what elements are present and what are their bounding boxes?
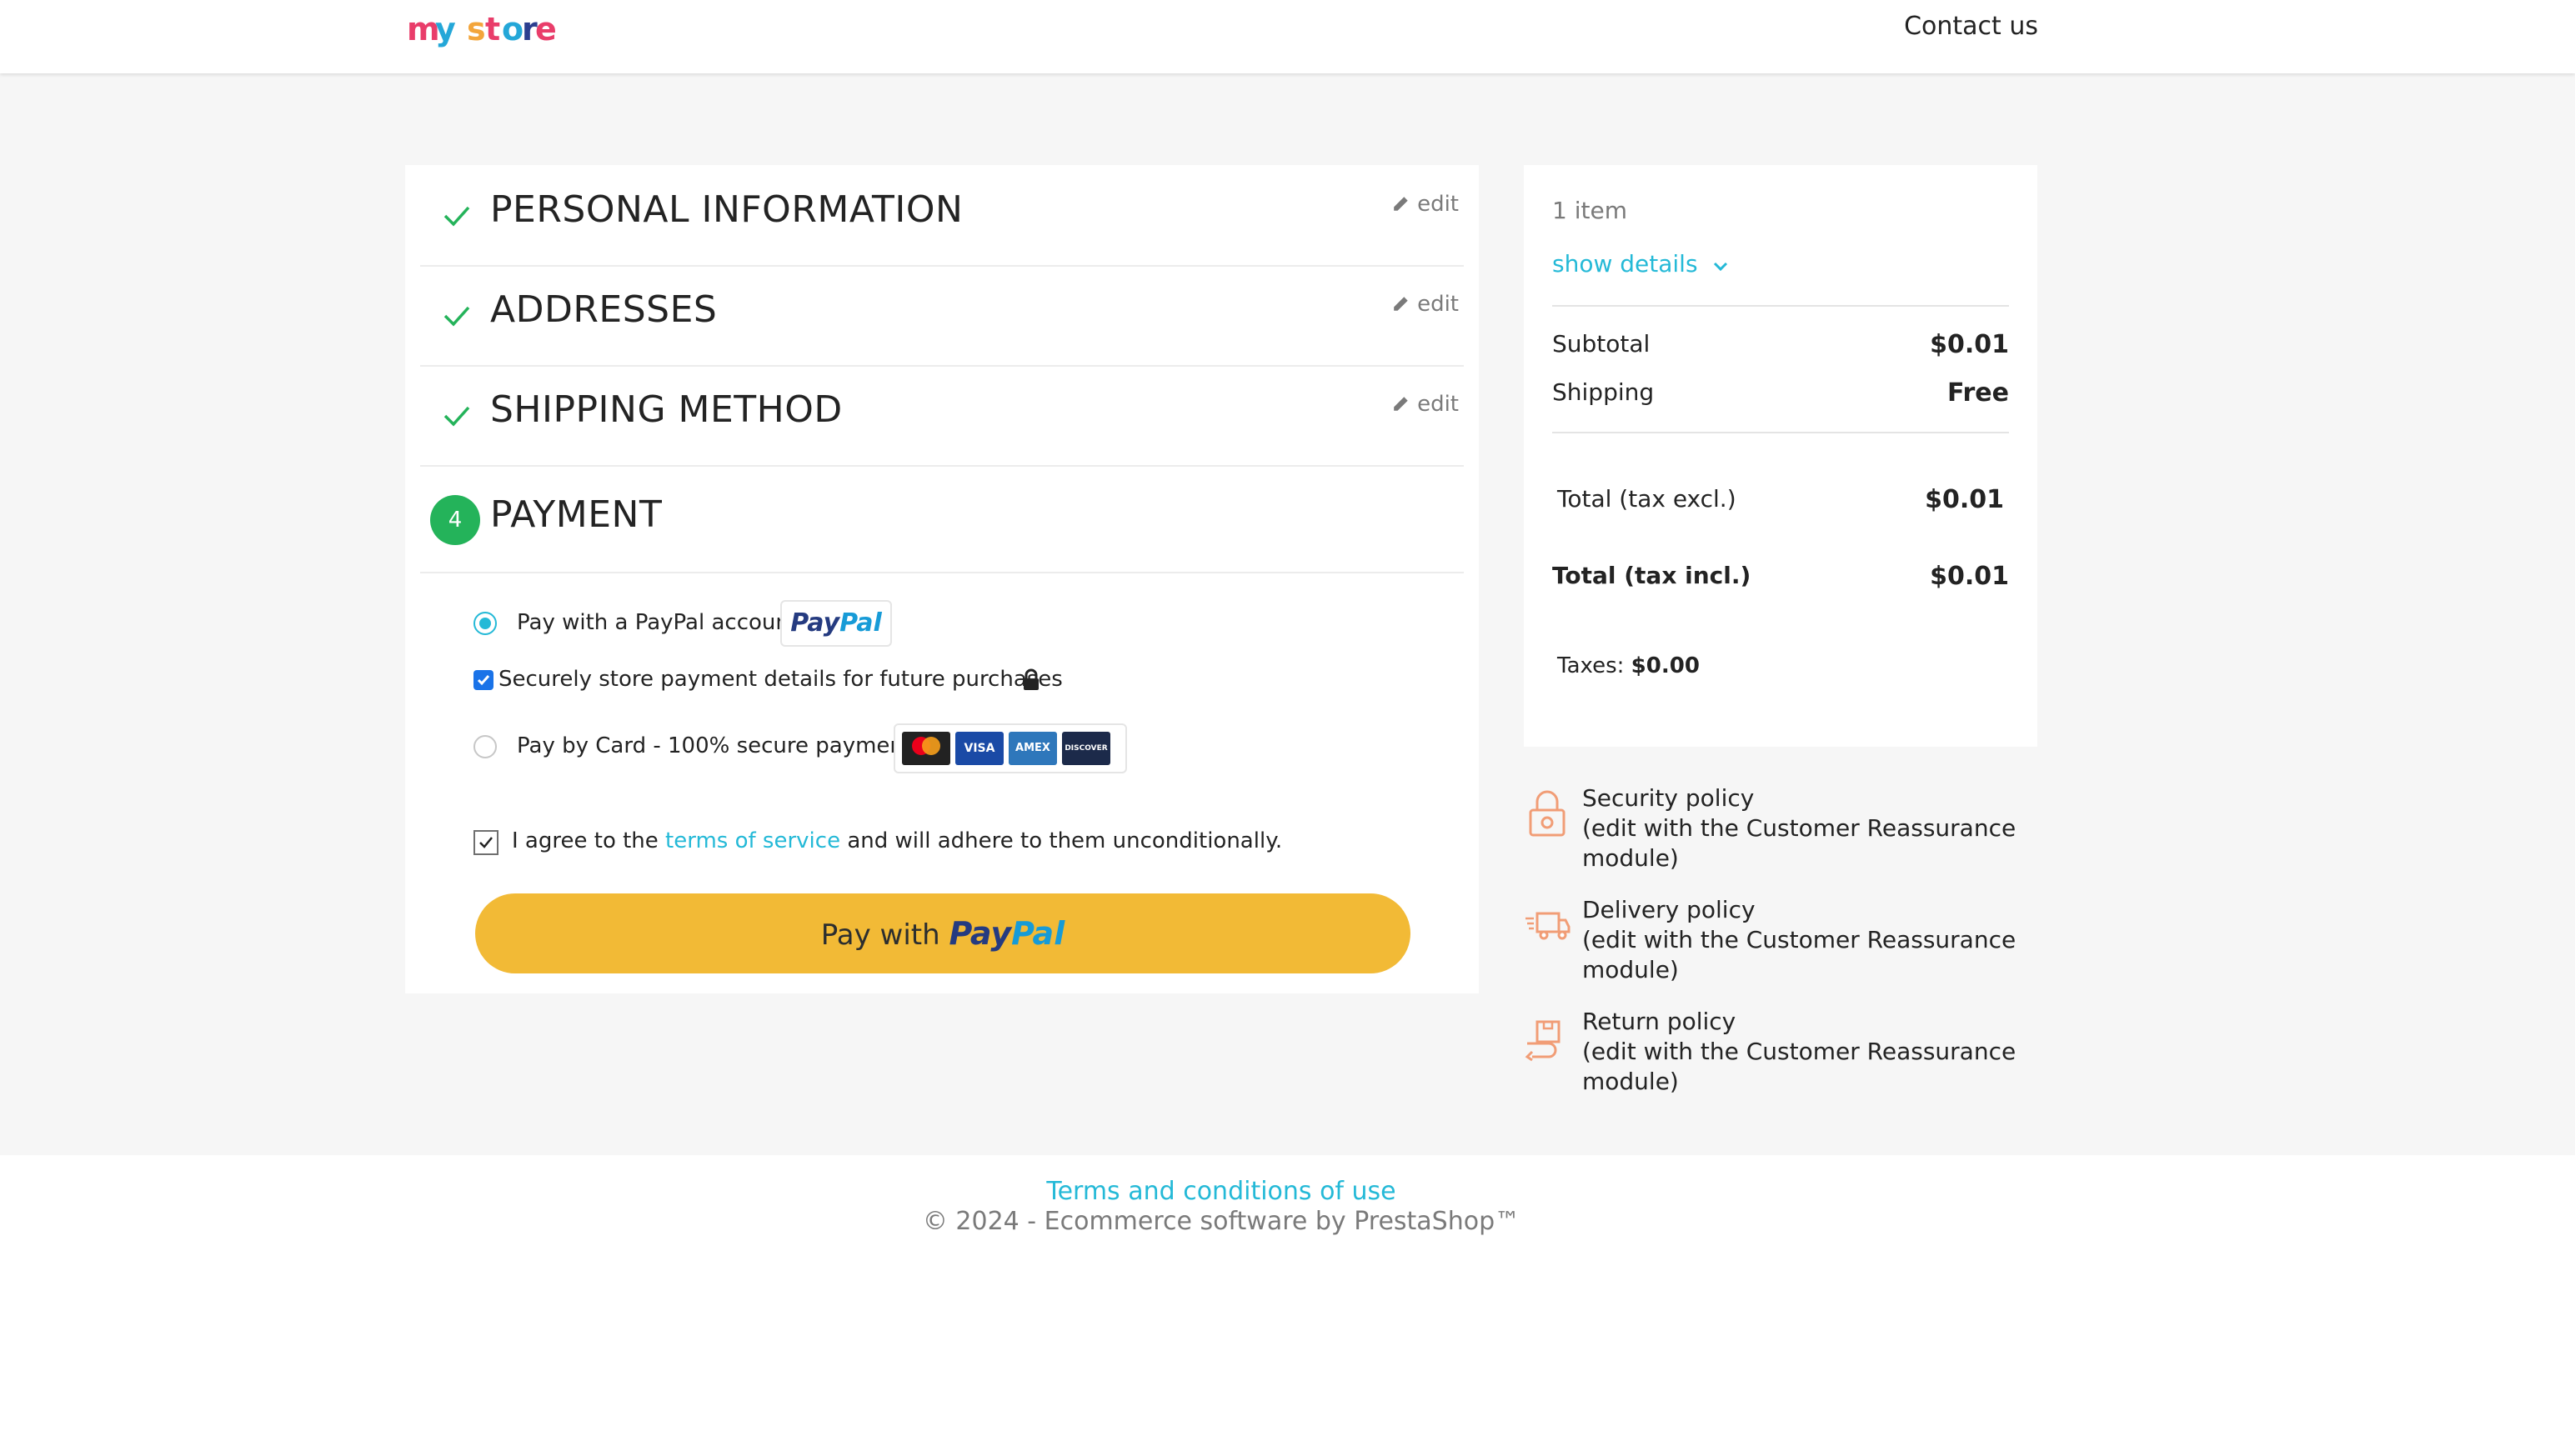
pencil-icon <box>1394 297 1408 311</box>
site-footer: Terms and conditions of use © 2024 - Eco… <box>0 1155 2575 1456</box>
paypal-logo-part1: Pay <box>790 608 840 638</box>
pencil-icon <box>1394 197 1408 211</box>
taxes-label: Taxes: <box>1557 653 1625 678</box>
taxes-line: Taxes: $0.00 <box>1557 653 1700 678</box>
total-excl-value: $0.01 <box>1925 485 2004 514</box>
check-icon <box>443 306 470 327</box>
total-excl-label: Total (tax excl.) <box>1557 485 1736 513</box>
discover-logo: DISCOVER <box>1062 732 1110 765</box>
reassurance-delivery: Delivery policy (edit with the Customer … <box>1524 895 2041 985</box>
store-payment-details-checkbox[interactable] <box>473 670 493 690</box>
taxes-value: $0.00 <box>1631 653 1700 678</box>
paypal-option-radio[interactable] <box>473 612 497 635</box>
paypal-button-logo-part1: Pay <box>949 915 1012 952</box>
show-details-label: show details <box>1552 250 1698 278</box>
summary-divider <box>1552 305 2009 307</box>
step-addresses[interactable]: ADDRESSES edit <box>420 265 1464 367</box>
pencil-icon <box>1394 397 1408 411</box>
pay-button-prefix: Pay with <box>820 918 940 952</box>
card-option-radio[interactable] <box>473 735 497 758</box>
svg-text:s: s <box>467 11 486 48</box>
pay-with-paypal-button[interactable]: Pay with PayPal <box>475 893 1410 973</box>
check-icon <box>443 406 470 427</box>
copyright-text: © 2024 - Ecommerce software by PrestaSho… <box>922 1207 1520 1236</box>
step-title: ADDRESSES <box>490 288 718 331</box>
reassurance-security: Security policy (edit with the Customer … <box>1524 783 2041 873</box>
edit-addresses-button[interactable]: edit <box>1392 292 1459 317</box>
step-number-badge: 4 <box>430 495 480 545</box>
site-header: m y s t o r e Contact us <box>0 0 2575 73</box>
cart-summary: 1 item show details Subtotal $0.01 Shipp… <box>1524 165 2037 747</box>
check-icon <box>443 206 470 227</box>
store-logo[interactable]: m y s t o r e <box>405 5 555 55</box>
edit-label: edit <box>1417 392 1459 417</box>
store-payment-details-label[interactable]: Securely store payment details for futur… <box>498 667 1063 692</box>
edit-label: edit <box>1417 292 1459 317</box>
step-title: PERSONAL INFORMATION <box>490 188 964 231</box>
reassurance-description: (edit with the Customer Reassurance modu… <box>1582 1038 2016 1095</box>
chevron-down-icon <box>1714 262 1728 272</box>
reassurance-title: Delivery policy <box>1582 896 1756 923</box>
summary-divider <box>1552 432 2009 433</box>
contact-us-link[interactable]: Contact us <box>1904 12 2038 41</box>
svg-text:o: o <box>502 11 524 48</box>
shipping-label: Shipping <box>1552 378 1655 406</box>
subtotal-value: $0.01 <box>1930 330 2009 359</box>
step-title: SHIPPING METHOD <box>490 388 843 431</box>
terms-checkbox[interactable] <box>473 830 498 855</box>
edit-shipping-method-button[interactable]: edit <box>1392 392 1459 417</box>
lock-icon <box>1024 668 1039 690</box>
reassurance-title: Return policy <box>1582 1008 1736 1035</box>
paypal-logo-part2: Pal <box>839 608 882 638</box>
reassurance-description: (edit with the Customer Reassurance modu… <box>1582 926 2016 983</box>
paypal-button-logo-part2: Pal <box>1011 915 1065 952</box>
reassurance-title: Security policy <box>1582 784 1755 812</box>
terms-text-after: and will adhere to them unconditionally. <box>847 828 1283 853</box>
checkout-steps: PERSONAL INFORMATION edit ADDRESSES edit… <box>405 165 1479 993</box>
terms-of-service-link[interactable]: terms of service <box>665 828 840 853</box>
visa-logo: VISA <box>955 732 1004 765</box>
terms-and-conditions-link[interactable]: Terms and conditions of use <box>0 1177 2442 1206</box>
checkmark-icon <box>479 837 493 848</box>
terms-text-before: I agree to the <box>512 828 659 853</box>
paypal-button-logo: PayPal <box>949 915 1065 952</box>
paypal-option-label[interactable]: Pay with a PayPal account <box>517 610 798 635</box>
amex-logo: AMEX <box>1009 732 1057 765</box>
show-details-link[interactable]: show details <box>1552 250 1730 278</box>
svg-text:y: y <box>435 11 456 48</box>
terms-agreement: I agree to the terms of service and will… <box>512 828 1282 853</box>
svg-text:e: e <box>535 11 555 48</box>
return-box-icon <box>1525 1020 1561 1062</box>
card-logos: VISA AMEX DISCOVER <box>894 723 1127 773</box>
step-personal-information[interactable]: PERSONAL INFORMATION edit <box>420 165 1464 267</box>
checkmark-icon <box>477 675 490 686</box>
card-option-label[interactable]: Pay by Card - 100% secure payments <box>517 733 924 758</box>
subtotal-label: Subtotal <box>1552 330 1651 358</box>
reassurance-return: Return policy (edit with the Customer Re… <box>1524 1007 2041 1097</box>
total-incl-value: $0.01 <box>1930 562 2009 591</box>
shipping-value: Free <box>1946 378 2009 408</box>
edit-label: edit <box>1417 192 1459 217</box>
total-incl-label: Total (tax incl.) <box>1552 562 1751 589</box>
step-title: PAYMENT <box>490 493 663 536</box>
step-payment: 4 PAYMENT <box>420 465 1464 573</box>
edit-personal-information-button[interactable]: edit <box>1392 192 1459 217</box>
lock-icon <box>1529 790 1566 837</box>
step-shipping-method[interactable]: SHIPPING METHOD edit <box>420 365 1464 467</box>
svg-text:t: t <box>485 11 500 48</box>
items-count: 1 item <box>1552 197 1627 224</box>
paypal-logo: PayPal <box>780 600 892 647</box>
mastercard-logo <box>902 732 950 765</box>
reassurance-description: (edit with the Customer Reassurance modu… <box>1582 814 2016 872</box>
delivery-truck-icon <box>1525 912 1571 940</box>
